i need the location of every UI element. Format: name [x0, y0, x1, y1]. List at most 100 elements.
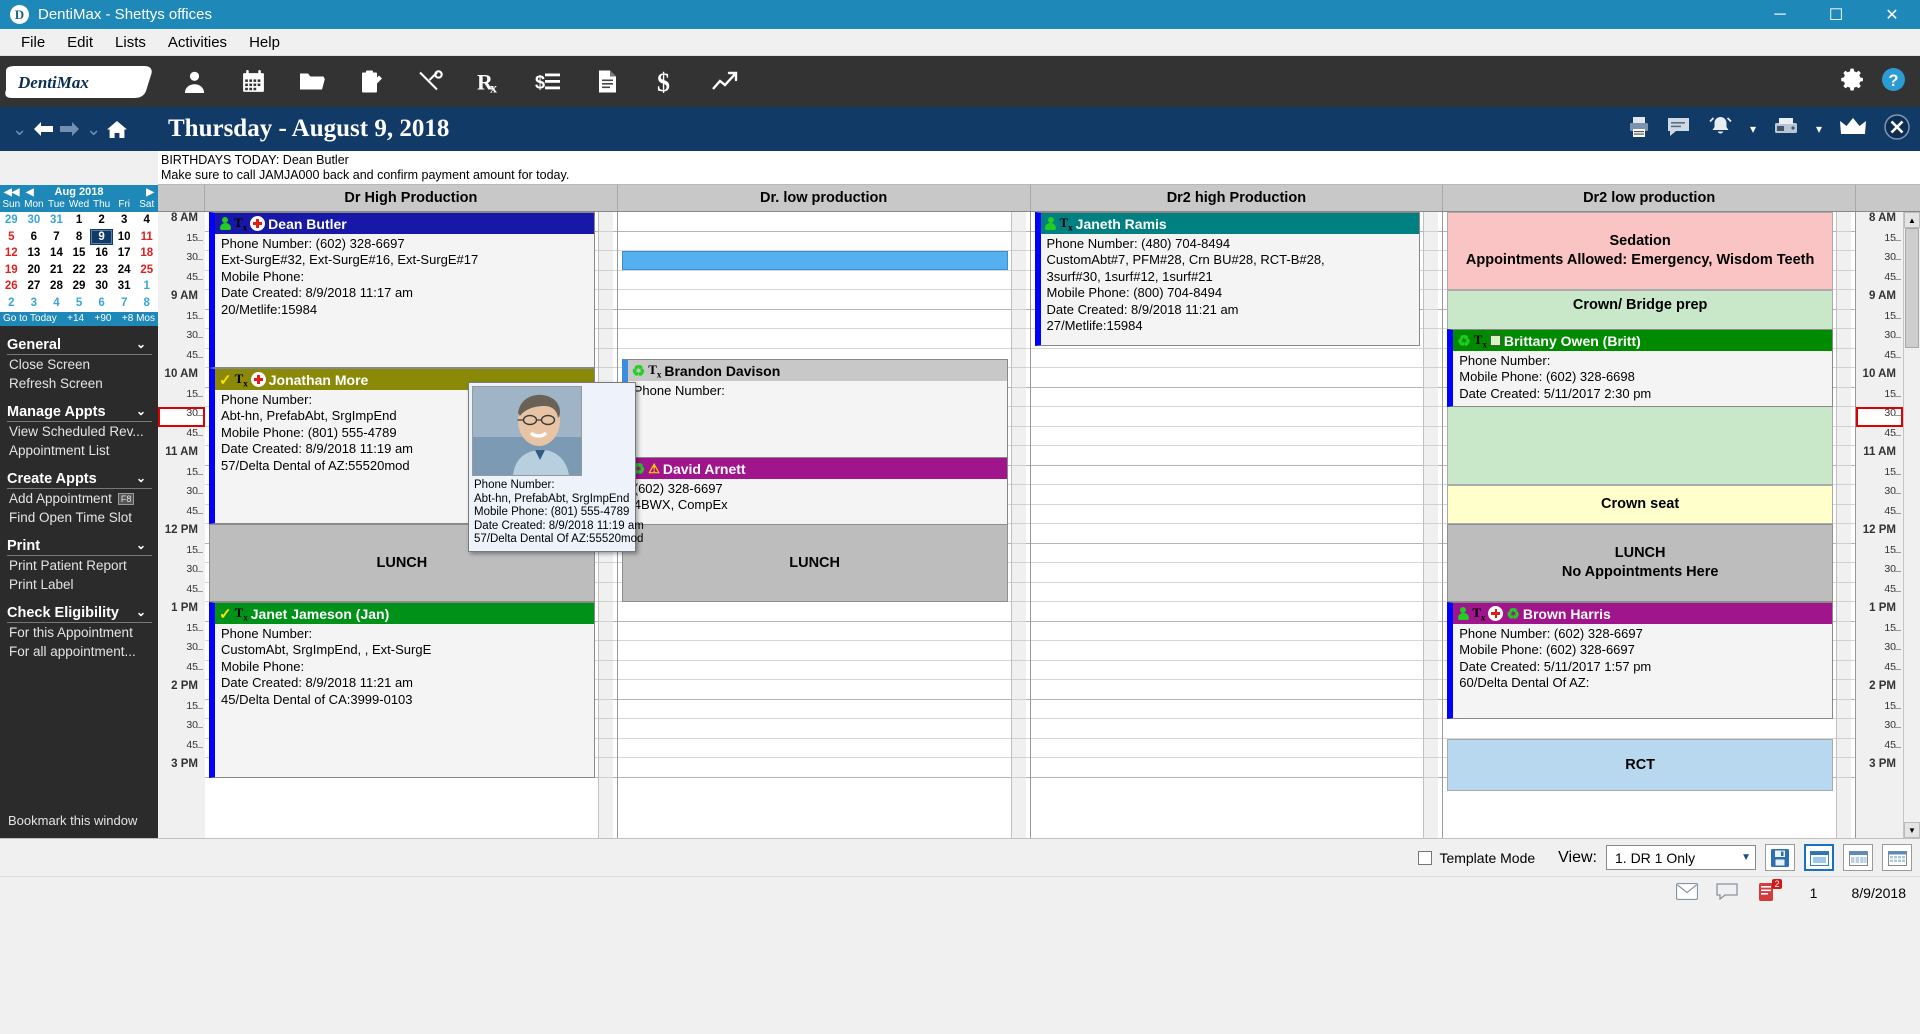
ledger-icon[interactable]: $: [532, 66, 564, 98]
time-slot-9-AM[interactable]: 9 AM: [158, 290, 205, 310]
plus-14-link[interactable]: +14: [67, 313, 84, 324]
time-slot-15[interactable]: 15: [158, 466, 205, 486]
schedule-row[interactable]: [617, 329, 1030, 349]
time-slot-30[interactable]: 30: [1856, 407, 1903, 427]
mini-slot[interactable]: [598, 602, 613, 622]
sidebar-section-header[interactable]: General ⌄: [7, 337, 152, 355]
time-slot-15[interactable]: 15: [1856, 232, 1903, 252]
schedule-row[interactable]: [617, 739, 1030, 758]
calendar-day-31[interactable]: 31: [113, 278, 136, 295]
time-slot-15[interactable]: 15: [158, 388, 205, 408]
calendar-icon[interactable]: [237, 66, 269, 98]
schedule-row[interactable]: [1030, 661, 1443, 680]
sidebar-section-header[interactable]: Manage Appts ⌄: [7, 404, 152, 422]
mini-slot[interactable]: [1424, 641, 1439, 661]
time-slot-2-PM[interactable]: 2 PM: [158, 680, 205, 700]
schedule-row[interactable]: [617, 602, 1030, 622]
calendar-prev-year[interactable]: ◀◀: [4, 187, 19, 198]
calendar-day-24[interactable]: 24: [113, 262, 136, 279]
calendar-day-16[interactable]: 16: [90, 245, 113, 262]
schedule-row[interactable]: [1030, 505, 1443, 524]
schedule-row[interactable]: [617, 758, 1030, 778]
schedule-row[interactable]: [1030, 544, 1443, 563]
time-slot-30[interactable]: 30: [1856, 641, 1903, 661]
sidebar-item-for-all-appointment[interactable]: For all appointment...: [7, 642, 158, 661]
sidebar-item-refresh-screen[interactable]: Refresh Screen: [7, 374, 158, 393]
schedule-row[interactable]: [1030, 758, 1443, 778]
close-circle-icon[interactable]: [1884, 113, 1910, 145]
time-slot-45[interactable]: 45: [1856, 739, 1903, 759]
schedule-row[interactable]: [1030, 680, 1443, 700]
mini-slot[interactable]: [598, 212, 613, 232]
time-slot-15[interactable]: 15: [158, 622, 205, 642]
mini-slot[interactable]: [1011, 368, 1026, 388]
mini-slot[interactable]: [1837, 407, 1851, 427]
time-slot-2-PM[interactable]: 2 PM: [1856, 680, 1903, 700]
time-slot-30[interactable]: 30: [1856, 485, 1903, 505]
mini-slot[interactable]: [1011, 212, 1026, 232]
sidebar-item-appointment-list[interactable]: Appointment List: [7, 441, 158, 460]
mini-slot[interactable]: [1837, 700, 1851, 719]
mini-slot[interactable]: [1011, 290, 1026, 310]
alarm-icon[interactable]: [1708, 116, 1733, 142]
calendar-day-6[interactable]: 6: [23, 229, 46, 246]
mini-slot[interactable]: [1011, 739, 1026, 758]
folder-icon[interactable]: [296, 66, 328, 98]
schedule-row[interactable]: [617, 641, 1030, 661]
mini-slot[interactable]: [1011, 446, 1026, 466]
mini-slot[interactable]: [1011, 388, 1026, 407]
calendar-day-29[interactable]: 29: [68, 278, 91, 295]
mini-slot[interactable]: [1011, 641, 1026, 661]
time-slot-45[interactable]: 45: [158, 505, 205, 525]
mini-slot[interactable]: [1011, 505, 1026, 524]
mini-slot[interactable]: [1837, 505, 1851, 524]
calendar-day-3[interactable]: 3: [113, 212, 136, 229]
schedule-row[interactable]: [617, 719, 1030, 739]
lane3-mini-column[interactable]: [1423, 212, 1439, 838]
schedule-row[interactable]: [617, 290, 1030, 310]
mini-slot[interactable]: [1424, 622, 1439, 641]
time-slot-30[interactable]: 30: [158, 485, 205, 505]
chevron-down-icon-3[interactable]: ▾: [1750, 122, 1756, 136]
lunch-block-dr2-low[interactable]: LUNCH No Appointments Here: [1447, 524, 1833, 602]
schedule-row[interactable]: [617, 310, 1030, 329]
schedule-row[interactable]: [1030, 700, 1443, 719]
mini-slot[interactable]: [1424, 485, 1439, 505]
mini-slot[interactable]: [598, 563, 613, 583]
dollar-icon[interactable]: $: [650, 66, 682, 98]
gear-icon[interactable]: [1840, 67, 1865, 97]
tooth-tools-icon[interactable]: [414, 66, 446, 98]
schedule-row[interactable]: [617, 680, 1030, 700]
mini-slot[interactable]: [1011, 466, 1026, 485]
schedule-row[interactable]: [1030, 583, 1443, 602]
menu-lists[interactable]: Lists: [104, 31, 157, 54]
calendar-day-26[interactable]: 26: [0, 278, 23, 295]
mini-slot[interactable]: [1837, 641, 1851, 661]
mini-slot[interactable]: [1011, 661, 1026, 680]
mini-slot[interactable]: [1011, 563, 1026, 583]
mini-slot[interactable]: [1837, 680, 1851, 700]
mini-slot[interactable]: [1837, 271, 1851, 290]
mini-slot[interactable]: [1424, 232, 1439, 251]
chevron-down-icon[interactable]: ⌄: [136, 337, 146, 351]
mini-slot[interactable]: [1011, 251, 1026, 271]
mini-slot[interactable]: [1011, 719, 1026, 739]
mini-slot[interactable]: [1424, 368, 1439, 388]
schedule-row[interactable]: [1030, 622, 1443, 641]
mini-slot[interactable]: [1011, 544, 1026, 563]
calendar-day-2[interactable]: 2: [90, 212, 113, 229]
mini-slot[interactable]: [598, 329, 613, 349]
forward-arrow-icon[interactable]: [59, 121, 81, 137]
calendar-day-5[interactable]: 5: [0, 229, 23, 246]
mini-slot[interactable]: [1837, 485, 1851, 505]
mini-slot[interactable]: [598, 271, 613, 290]
mini-slot[interactable]: [1424, 349, 1439, 368]
calendar-day-6[interactable]: 6: [90, 295, 113, 312]
mini-slot[interactable]: [1424, 290, 1439, 310]
mini-slot[interactable]: [1837, 466, 1851, 485]
time-slot-45[interactable]: 45: [1856, 427, 1903, 447]
home-icon[interactable]: [106, 120, 128, 139]
calendar-next-month[interactable]: ▶: [146, 187, 154, 198]
time-slot-3-PM[interactable]: 3 PM: [1856, 758, 1903, 778]
day-view-icon[interactable]: [1804, 844, 1834, 871]
